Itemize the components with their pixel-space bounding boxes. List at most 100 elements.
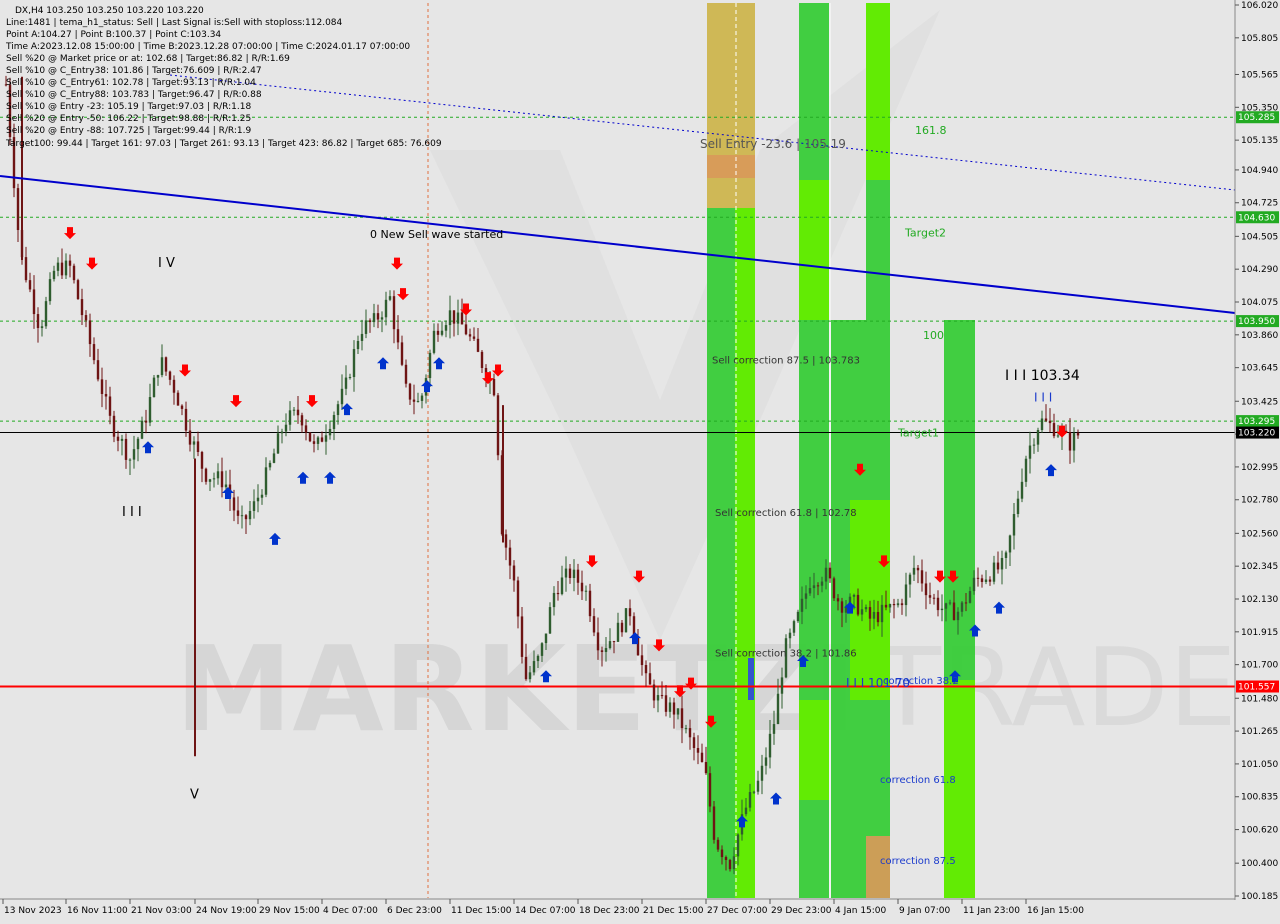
candle-body bbox=[292, 409, 296, 411]
candle-body bbox=[972, 577, 976, 592]
candle-body bbox=[184, 408, 188, 431]
y-tick-label-18: 102.130 bbox=[1241, 595, 1278, 605]
candle-body bbox=[672, 702, 676, 715]
candle-body bbox=[744, 807, 748, 815]
candle-body bbox=[644, 665, 648, 674]
candle-body bbox=[624, 608, 628, 633]
header-line-1: Line:1481 | tema_h1_status: Sell | Last … bbox=[6, 18, 343, 28]
candle-207 bbox=[832, 576, 836, 601]
candle-body bbox=[952, 602, 956, 621]
candle-body bbox=[620, 622, 624, 633]
candle-body bbox=[192, 441, 196, 445]
candle-body bbox=[992, 562, 996, 582]
candle-body bbox=[604, 648, 608, 652]
candle-body bbox=[912, 567, 916, 575]
candle-body bbox=[196, 441, 200, 452]
candle-body bbox=[528, 672, 532, 680]
candle-body bbox=[120, 438, 124, 441]
candle-body bbox=[544, 633, 548, 644]
candle-body bbox=[224, 484, 228, 488]
y-tick-label-11: 103.645 bbox=[1241, 364, 1278, 374]
candle-body bbox=[40, 326, 44, 329]
candle-body bbox=[552, 592, 556, 608]
candle-body bbox=[168, 371, 172, 380]
candle-body bbox=[328, 428, 332, 436]
candle-body bbox=[524, 656, 528, 680]
y-tick-label-21: 101.480 bbox=[1241, 694, 1278, 704]
candle-body bbox=[256, 497, 260, 502]
level-tag-1: 104.630 bbox=[1238, 213, 1275, 223]
candle-body bbox=[588, 590, 592, 617]
x-tick-label-1: 16 Nov 11:00 bbox=[67, 906, 128, 916]
header-line-0: DX,H4 103.250 103.250 103.220 103.220 bbox=[15, 6, 204, 16]
y-tick-label-17: 102.345 bbox=[1241, 562, 1278, 572]
candle-176 bbox=[708, 766, 712, 813]
x-tick-label-12: 29 Dec 23:00 bbox=[771, 906, 832, 916]
candle-body bbox=[92, 344, 96, 361]
y-tick-label-27: 100.185 bbox=[1241, 892, 1278, 902]
candle-body bbox=[1024, 458, 1028, 482]
y-tick-label-25: 100.620 bbox=[1241, 826, 1278, 836]
candle-body bbox=[1008, 535, 1012, 553]
y-tick-label-16: 102.560 bbox=[1241, 529, 1278, 539]
candle-body bbox=[220, 471, 224, 488]
candle-body bbox=[212, 478, 216, 480]
candle-body bbox=[440, 330, 444, 335]
candle-body bbox=[404, 364, 408, 384]
candle-body bbox=[276, 433, 280, 454]
price-chart[interactable]: MARKETZI TRADE 161.8Target2100Target1Sel… bbox=[0, 0, 1280, 920]
candle-body bbox=[964, 602, 968, 604]
candle-body bbox=[1044, 418, 1048, 421]
candle-body bbox=[832, 578, 836, 599]
candle-body bbox=[576, 569, 580, 583]
y-tick-label-22: 101.265 bbox=[1241, 727, 1278, 737]
candle-body bbox=[968, 591, 972, 603]
candle-body bbox=[568, 568, 572, 579]
candle-body bbox=[104, 394, 108, 397]
y-tick-label-23: 101.050 bbox=[1241, 760, 1278, 770]
zone-label-3: Sell correction 38.2 | 101.86 bbox=[715, 648, 857, 659]
candle-body bbox=[356, 340, 360, 350]
candle-body bbox=[432, 330, 436, 353]
candle-body bbox=[1048, 420, 1052, 424]
candle-body bbox=[468, 334, 472, 337]
wave-label-0: 0 New Sell wave started bbox=[370, 228, 503, 241]
zone-signal-a-band bbox=[799, 180, 829, 320]
candle-body bbox=[96, 360, 100, 380]
watermark-right: TRADE bbox=[874, 626, 1237, 751]
candle-body bbox=[416, 400, 420, 402]
zone-label-6: correction 87.5 bbox=[880, 856, 956, 867]
candle-body bbox=[316, 437, 320, 444]
candle-body bbox=[436, 330, 440, 335]
candle-body bbox=[164, 357, 168, 372]
y-tick-label-15: 102.780 bbox=[1241, 496, 1278, 506]
zone-label-5: correction 61.8 bbox=[880, 775, 956, 786]
candle-body bbox=[240, 515, 244, 517]
candle-body bbox=[244, 515, 248, 520]
candle-body bbox=[460, 312, 464, 325]
candle-body bbox=[1076, 433, 1080, 436]
y-tick-label-4: 105.135 bbox=[1241, 136, 1278, 146]
candle-body bbox=[472, 336, 476, 339]
chart-area[interactable]: MARKETZI TRADE 161.8 Target2 100 Target1 Sel… bbox=[0, 0, 1280, 920]
candle-body bbox=[836, 598, 840, 602]
candle-body bbox=[984, 579, 988, 582]
candle-37 bbox=[152, 375, 156, 398]
candle-body bbox=[548, 607, 552, 634]
candle-body bbox=[580, 582, 584, 592]
candle-body bbox=[1016, 498, 1020, 515]
candle-body bbox=[44, 301, 48, 327]
level-tag-4: 101.557 bbox=[1238, 682, 1275, 692]
y-tick-label-0: 106.020 bbox=[1241, 1, 1278, 11]
candle-body bbox=[284, 424, 288, 432]
candle-body bbox=[456, 312, 460, 324]
header-line-6: Sell %10 @ C_Entry61: 102.78 | Target:93… bbox=[6, 78, 256, 88]
x-tick-label-13: 4 Jan 15:00 bbox=[835, 906, 887, 916]
candle-body bbox=[760, 765, 764, 781]
candle-body bbox=[1020, 481, 1024, 499]
candle-body bbox=[936, 597, 940, 611]
y-tick-label-26: 100.400 bbox=[1241, 859, 1278, 869]
x-tick-label-15: 11 Jan 23:00 bbox=[963, 906, 1020, 916]
candle-76 bbox=[308, 432, 312, 443]
candle-body bbox=[1056, 435, 1060, 437]
